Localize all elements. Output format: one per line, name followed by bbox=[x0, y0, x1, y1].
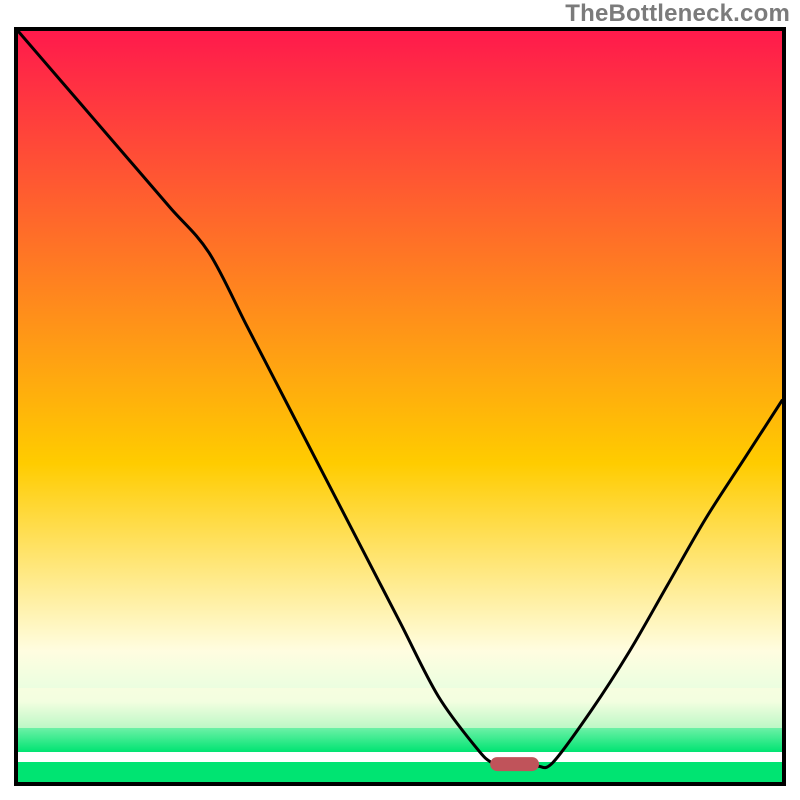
gradient-background bbox=[18, 31, 782, 752]
green-band bbox=[18, 762, 782, 782]
pale-band bbox=[18, 688, 782, 728]
watermark-text: TheBottleneck.com bbox=[565, 0, 790, 28]
bottleneck-chart bbox=[0, 0, 800, 800]
chart-container: { "watermark": "TheBottleneck.com", "col… bbox=[0, 0, 800, 800]
valley-marker bbox=[490, 757, 539, 771]
